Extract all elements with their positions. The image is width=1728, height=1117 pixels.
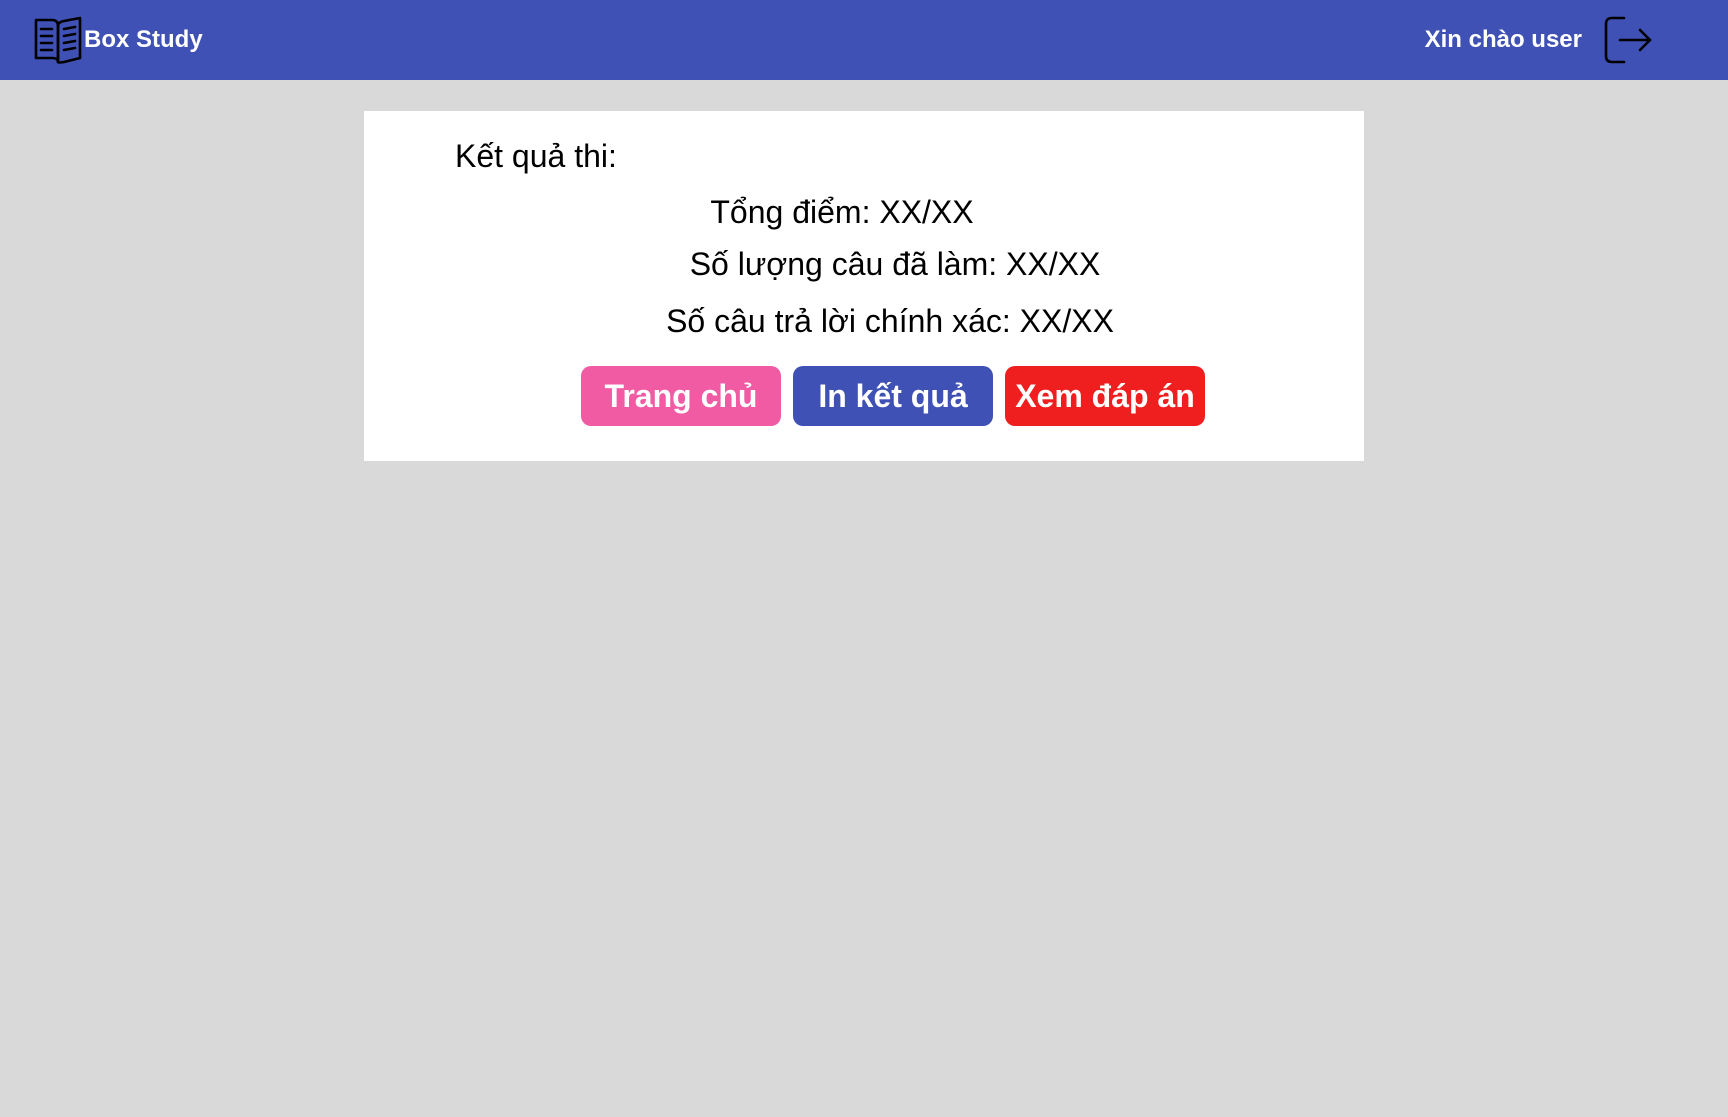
logout-button[interactable]: [1602, 14, 1654, 66]
logout-icon: [1604, 16, 1652, 64]
user-greeting: Xin chào user: [1424, 26, 1582, 53]
answered-count: Số lượng câu đã làm: XX/XX: [689, 246, 1101, 282]
total-score: Tổng điểm: XX/XX: [710, 194, 974, 230]
top-navigation-bar: Box Study Xin chào user: [0, 0, 1728, 80]
view-answers-button[interactable]: Xem đáp án: [1005, 366, 1205, 426]
brand-name: Box Study: [84, 26, 203, 53]
open-book-icon: [34, 16, 82, 64]
exam-result-card: Kết quả thi: Tổng điểm: XX/XX Số lượng c…: [364, 111, 1364, 461]
home-button[interactable]: Trang chủ: [581, 366, 781, 426]
brand-logo-link[interactable]: Box Study: [32, 14, 203, 66]
result-actions: Trang chủ In kết quả Xem đáp án: [581, 366, 1205, 426]
result-title: Kết quả thi:: [455, 138, 617, 174]
print-result-button[interactable]: In kết quả: [793, 366, 993, 426]
correct-count: Số câu trả lời chính xác: XX/XX: [666, 303, 1114, 339]
